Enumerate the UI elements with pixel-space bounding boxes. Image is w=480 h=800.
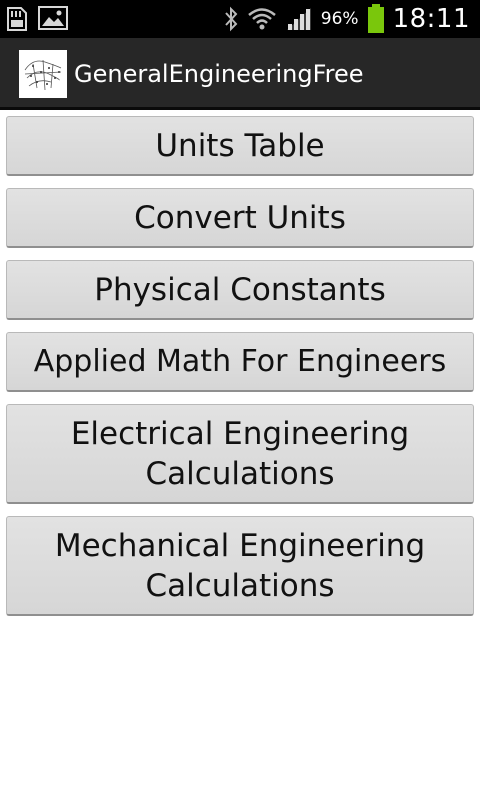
button-label: Applied Math For Engineers	[33, 343, 447, 379]
button-label-line1: Mechanical Engineering	[54, 527, 426, 564]
app-title: GeneralEngineeringFree	[74, 60, 364, 88]
button-label-line2: Calculations	[145, 455, 335, 492]
button-label-line2: Calculations	[145, 567, 335, 604]
status-bar: 96% 18:11	[0, 0, 480, 38]
button-label: Units Table	[155, 127, 325, 164]
app-logo-icon[interactable]	[19, 50, 67, 98]
mechanical-engineering-button[interactable]: Mechanical Engineering Calculations	[6, 516, 474, 616]
convert-units-button[interactable]: Convert Units	[6, 188, 474, 248]
image-icon	[38, 6, 68, 32]
sd-card-icon	[6, 6, 28, 32]
battery-percentage: 96%	[320, 9, 359, 29]
units-table-button[interactable]: Units Table	[6, 116, 474, 176]
wifi-icon	[247, 6, 277, 32]
button-label: Physical Constants	[94, 271, 386, 308]
physical-constants-button[interactable]: Physical Constants	[6, 260, 474, 320]
button-label-line1: Electrical Engineering	[70, 415, 410, 452]
button-label: Convert Units	[134, 199, 346, 236]
electrical-engineering-button[interactable]: Electrical Engineering Calculations	[6, 404, 474, 504]
battery-icon	[367, 4, 385, 34]
clock: 18:11	[392, 4, 470, 34]
signal-icon	[285, 6, 313, 32]
applied-math-button[interactable]: Applied Math For Engineers	[6, 332, 474, 392]
bluetooth-icon	[223, 6, 239, 32]
action-bar: GeneralEngineeringFree	[0, 38, 480, 110]
